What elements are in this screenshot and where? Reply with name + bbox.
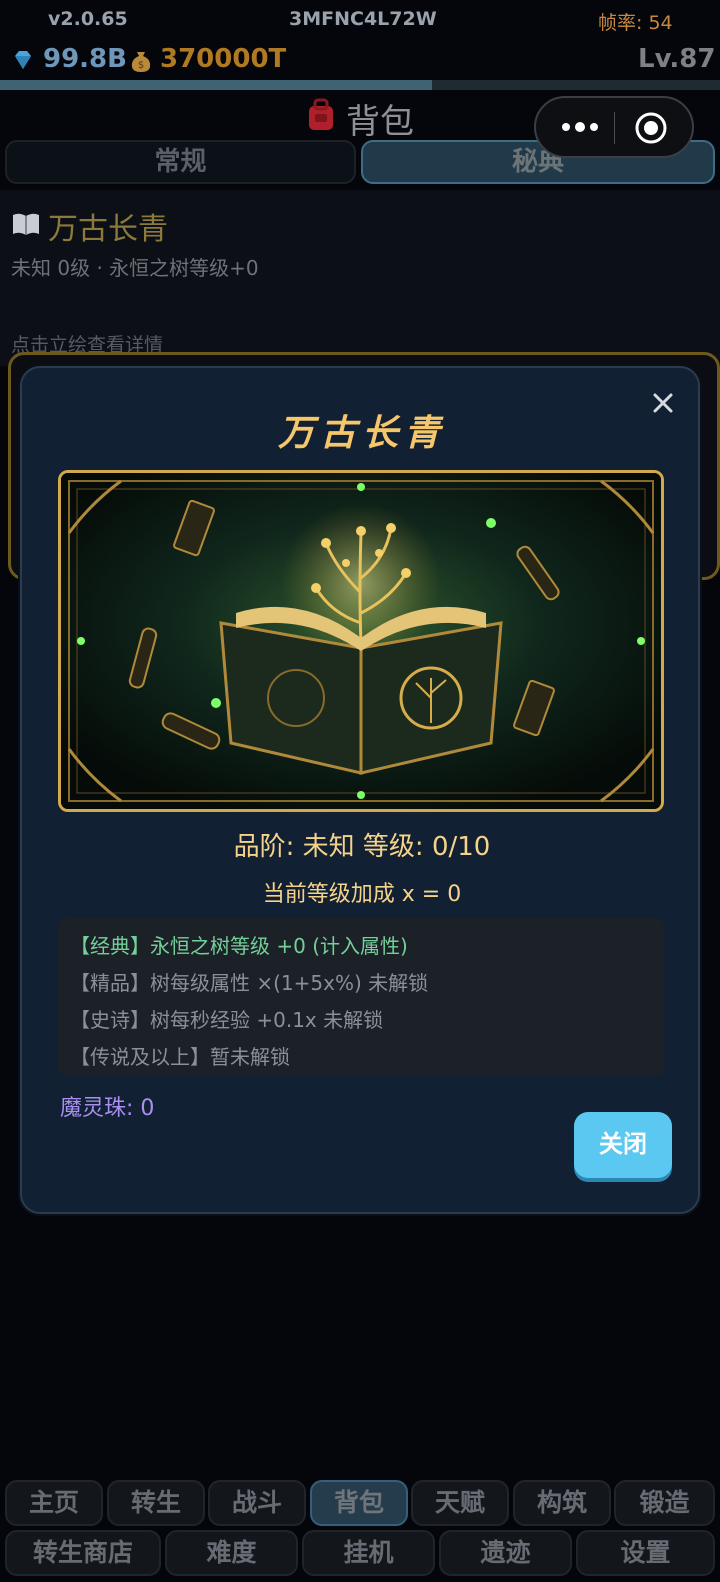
- item-artwork: [58, 470, 664, 812]
- item-subtitle: 未知 0级 · 永恒之树等级+0: [11, 256, 259, 280]
- coin-count: 370000T: [160, 44, 287, 74]
- effect-epic: 【史诗】树每秒经验 +0.1x 未解锁: [70, 1008, 384, 1032]
- nav-build[interactable]: 构筑: [513, 1480, 611, 1526]
- nav-settings[interactable]: 设置: [576, 1530, 715, 1576]
- resource-bar: 99.8B $ 370000T Lv.87: [0, 42, 720, 82]
- status-bar: v2.0.65 3MFNC4L72W 帧率: 54: [0, 0, 720, 42]
- svg-text:$: $: [138, 60, 144, 71]
- nav-home[interactable]: 主页: [5, 1480, 103, 1526]
- backpack-icon: [309, 98, 333, 130]
- book-icon: [13, 213, 39, 235]
- mini-program-capsule: [534, 96, 694, 158]
- effect-legendary: 【传说及以上】暂未解锁: [70, 1045, 290, 1069]
- magic-pearl-count: 魔灵珠: 0: [60, 1096, 155, 1121]
- version-label: v2.0.65: [48, 8, 128, 30]
- item-detail-modal: 万古长青 品阶: 未知 等级: 0/10 当前等级加成 x = 0 【经典】永恒…: [20, 366, 700, 1214]
- item-card[interactable]: 万古长青 未知 0级 · 永恒之树等级+0 点击立绘查看详情: [0, 190, 720, 366]
- grade-level-line: 品阶: 未知 等级: 0/10: [233, 832, 491, 862]
- modal-title: 万古长青: [277, 412, 446, 454]
- item-name: 万古长青: [48, 212, 168, 247]
- user-id: 3MFNC4L72W: [289, 8, 437, 30]
- exp-progress-fill: [0, 80, 432, 90]
- exit-target-icon[interactable]: [634, 111, 668, 145]
- nav-rebirth[interactable]: 转生: [107, 1480, 205, 1526]
- exp-progress-bar: [0, 80, 720, 90]
- effect-fine: 【精品】树每级属性 ×(1+5x%) 未解锁: [70, 971, 429, 995]
- capsule-divider: [614, 112, 615, 144]
- nav-talent[interactable]: 天赋: [411, 1480, 509, 1526]
- nav-idle[interactable]: 挂机: [302, 1530, 435, 1576]
- gem-count: 99.8B: [43, 44, 127, 74]
- nav-forge[interactable]: 锻造: [614, 1480, 715, 1526]
- level-bonus-line: 当前等级加成 x = 0: [262, 882, 462, 907]
- money-bag-icon: $: [131, 52, 151, 72]
- tab-normal[interactable]: 常规: [5, 140, 356, 184]
- more-menu-icon[interactable]: [558, 114, 602, 140]
- effect-classic: 【经典】永恒之树等级 +0 (计入属性): [70, 934, 408, 958]
- fps-counter: 帧率: 54: [598, 12, 673, 34]
- nav-battle[interactable]: 战斗: [208, 1480, 306, 1526]
- nav-backpack[interactable]: 背包: [310, 1480, 408, 1526]
- player-level: Lv.87: [638, 44, 716, 74]
- nav-difficulty[interactable]: 难度: [165, 1530, 298, 1576]
- open-book-illustration: [61, 473, 661, 809]
- nav-rebirth-shop[interactable]: 转生商店: [5, 1530, 161, 1576]
- diamond-icon: [15, 51, 31, 69]
- effects-panel: 【经典】永恒之树等级 +0 (计入属性) 【精品】树每级属性 ×(1+5x%) …: [58, 918, 664, 1076]
- nav-ruins[interactable]: 遗迹: [439, 1530, 572, 1576]
- page-title: 背包: [346, 102, 414, 142]
- close-button[interactable]: 关闭: [574, 1112, 672, 1178]
